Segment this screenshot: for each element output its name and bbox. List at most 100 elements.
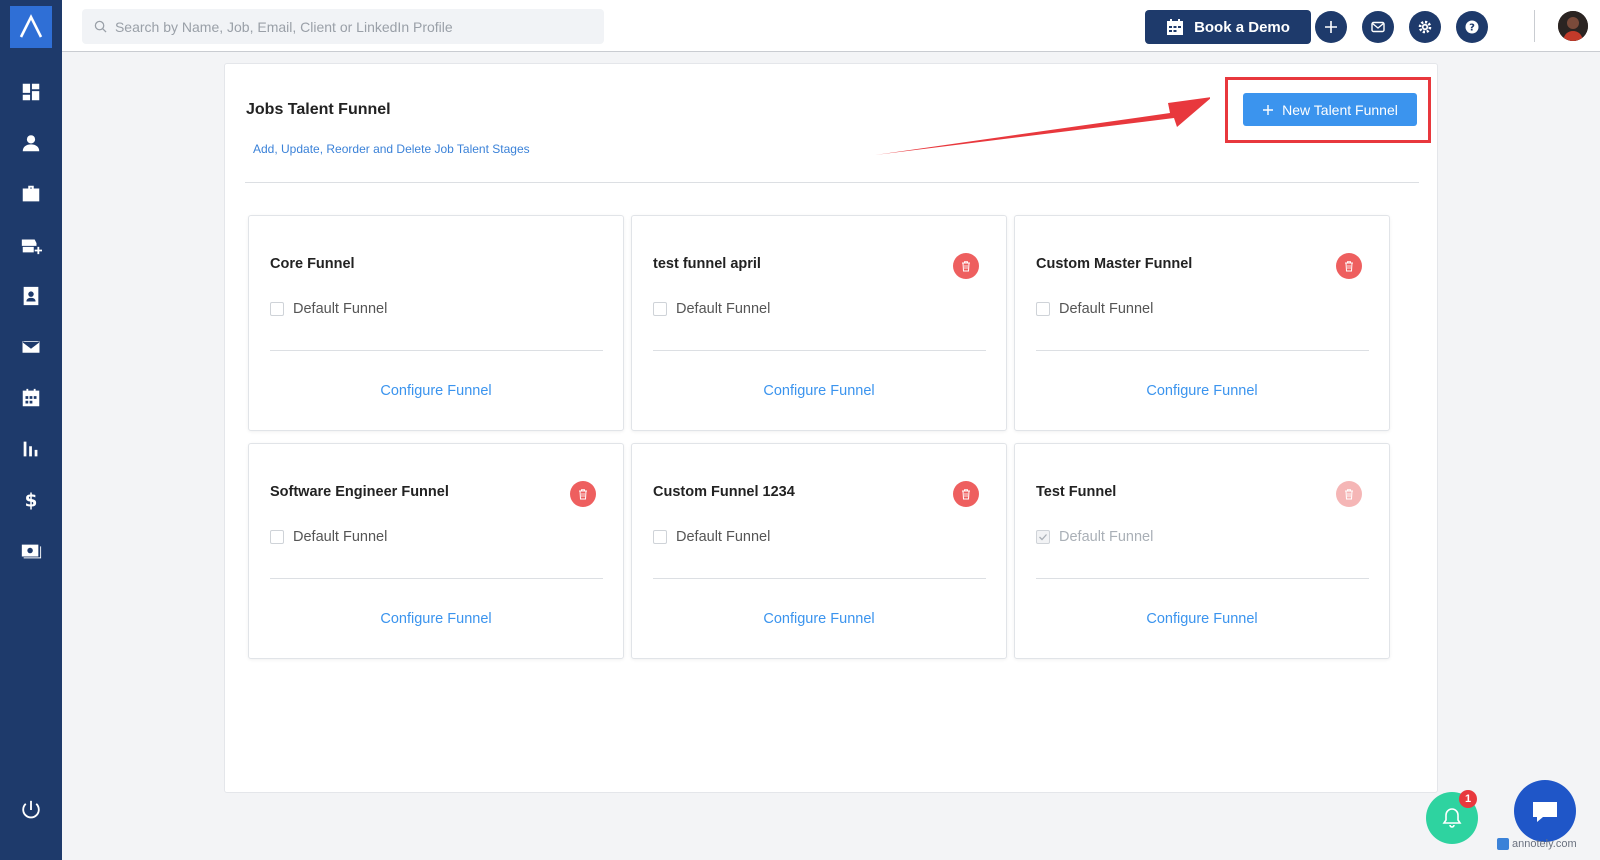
default-funnel-label: Default Funnel bbox=[293, 301, 388, 317]
svg-text:?: ? bbox=[1469, 23, 1475, 34]
funnel-name: Software Engineer Funnel bbox=[270, 484, 449, 500]
default-funnel-label: Default Funnel bbox=[676, 301, 771, 317]
funnel-card: test funnel april Default Funnel Configu… bbox=[631, 215, 1007, 431]
add-client-icon[interactable] bbox=[17, 231, 45, 259]
billing-dollar-icon[interactable]: $ bbox=[17, 486, 45, 514]
checkbox-box-checked bbox=[1036, 530, 1050, 544]
funnel-name: Test Funnel bbox=[1036, 484, 1117, 500]
watermark: annotely.com bbox=[1497, 838, 1577, 850]
default-funnel-checkbox[interactable]: Default Funnel bbox=[1036, 301, 1153, 317]
top-bar: Book a Demo ? bbox=[62, 0, 1600, 52]
annotation-arrow-icon bbox=[875, 97, 1210, 155]
checkmark-icon bbox=[1039, 534, 1047, 541]
checkbox-box[interactable] bbox=[1036, 302, 1050, 316]
quick-add-button[interactable] bbox=[1315, 11, 1347, 43]
funnel-card: Custom Master Funnel Default Funnel Conf… bbox=[1014, 215, 1390, 431]
funnel-name: Core Funnel bbox=[270, 256, 355, 272]
chat-bubble-icon bbox=[1533, 802, 1557, 822]
header-divider bbox=[1534, 10, 1535, 42]
sidebar: $ bbox=[0, 0, 62, 860]
calendar-icon bbox=[1167, 19, 1184, 35]
funnel-card: Custom Funnel 1234 Default Funnel Config… bbox=[631, 443, 1007, 659]
plus-icon bbox=[1263, 104, 1274, 115]
card-divider bbox=[653, 350, 986, 351]
global-search[interactable] bbox=[82, 9, 604, 44]
funnel-name: Custom Funnel 1234 bbox=[653, 484, 795, 500]
funnel-card: Software Engineer Funnel Default Funnel … bbox=[248, 443, 624, 659]
page-subtitle: Add, Update, Reorder and Delete Job Tale… bbox=[253, 142, 530, 156]
default-funnel-label: Default Funnel bbox=[1059, 301, 1154, 317]
calendar-icon[interactable] bbox=[17, 384, 45, 412]
envelope-icon bbox=[1371, 21, 1385, 33]
default-funnel-checkbox[interactable]: Default Funnel bbox=[653, 529, 770, 545]
delete-funnel-button[interactable] bbox=[1336, 253, 1362, 279]
help-question-icon: ? bbox=[1465, 20, 1479, 34]
checkbox-box[interactable] bbox=[653, 530, 667, 544]
jobs-briefcase-icon[interactable] bbox=[17, 180, 45, 208]
delete-funnel-button[interactable] bbox=[570, 481, 596, 507]
notification-count-badge: 1 bbox=[1459, 790, 1477, 808]
default-funnel-checkbox[interactable]: Default Funnel bbox=[653, 301, 770, 317]
funnel-name: Custom Master Funnel bbox=[1036, 256, 1193, 272]
new-talent-funnel-button[interactable]: New Talent Funnel bbox=[1243, 93, 1417, 126]
mail-icon[interactable] bbox=[17, 333, 45, 361]
watermark-logo-icon bbox=[1497, 838, 1509, 850]
configure-funnel-link[interactable]: Configure Funnel bbox=[632, 611, 1006, 627]
messages-button[interactable] bbox=[1362, 11, 1394, 43]
delete-funnel-button-disabled bbox=[1336, 481, 1362, 507]
talent-funnel-panel: Jobs Talent Funnel Add, Update, Reorder … bbox=[224, 63, 1438, 793]
contacts-icon[interactable] bbox=[17, 282, 45, 310]
trash-icon bbox=[579, 489, 587, 500]
search-icon bbox=[94, 20, 107, 33]
default-funnel-checkbox: Default Funnel bbox=[1036, 529, 1153, 545]
funnel-card: Test Funnel Default Funnel Configure Fun… bbox=[1014, 443, 1390, 659]
book-demo-button[interactable]: Book a Demo bbox=[1145, 10, 1311, 44]
funnel-card: Core Funnel Default Funnel Configure Fun… bbox=[248, 215, 624, 431]
configure-funnel-link[interactable]: Configure Funnel bbox=[632, 383, 1006, 399]
default-funnel-checkbox[interactable]: Default Funnel bbox=[270, 529, 387, 545]
help-button[interactable]: ? bbox=[1456, 11, 1488, 43]
svg-text:$: $ bbox=[25, 490, 38, 511]
chat-support-button[interactable] bbox=[1514, 780, 1576, 842]
default-funnel-label: Default Funnel bbox=[293, 529, 388, 545]
header-divider-line bbox=[245, 182, 1419, 183]
configure-funnel-link[interactable]: Configure Funnel bbox=[1015, 611, 1389, 627]
watermark-text: annotely.com bbox=[1512, 838, 1577, 850]
dashboard-icon[interactable] bbox=[17, 78, 45, 106]
checkbox-box[interactable] bbox=[270, 530, 284, 544]
card-divider bbox=[270, 350, 603, 351]
delete-funnel-button[interactable] bbox=[953, 481, 979, 507]
new-talent-funnel-label: New Talent Funnel bbox=[1282, 101, 1398, 118]
checkbox-box[interactable] bbox=[653, 302, 667, 316]
trash-icon bbox=[1345, 261, 1353, 272]
logo-icon bbox=[19, 14, 43, 38]
trash-icon bbox=[1345, 489, 1353, 500]
power-logout-icon[interactable] bbox=[17, 796, 45, 824]
gear-icon bbox=[1418, 20, 1432, 34]
avatar-image-icon bbox=[1558, 11, 1588, 41]
bell-icon bbox=[1442, 808, 1462, 828]
funnel-name: test funnel april bbox=[653, 256, 761, 272]
app-logo[interactable] bbox=[10, 6, 52, 48]
default-funnel-checkbox[interactable]: Default Funnel bbox=[270, 301, 387, 317]
reports-chart-icon[interactable] bbox=[17, 435, 45, 463]
card-divider bbox=[1036, 350, 1369, 351]
settings-button[interactable] bbox=[1409, 11, 1441, 43]
card-divider bbox=[270, 578, 603, 579]
page-title: Jobs Talent Funnel bbox=[246, 101, 391, 118]
configure-funnel-link[interactable]: Configure Funnel bbox=[1015, 383, 1389, 399]
trash-icon bbox=[962, 261, 970, 272]
search-input[interactable] bbox=[114, 18, 604, 35]
default-funnel-label: Default Funnel bbox=[1059, 529, 1154, 545]
user-avatar[interactable] bbox=[1558, 11, 1588, 41]
card-divider bbox=[1036, 578, 1369, 579]
book-demo-label: Book a Demo bbox=[1194, 18, 1290, 36]
payments-icon[interactable] bbox=[17, 537, 45, 565]
candidates-icon[interactable] bbox=[17, 129, 45, 157]
configure-funnel-link[interactable]: Configure Funnel bbox=[249, 611, 623, 627]
checkbox-box[interactable] bbox=[270, 302, 284, 316]
configure-funnel-link[interactable]: Configure Funnel bbox=[249, 383, 623, 399]
card-divider bbox=[653, 578, 986, 579]
delete-funnel-button[interactable] bbox=[953, 253, 979, 279]
default-funnel-label: Default Funnel bbox=[676, 529, 771, 545]
